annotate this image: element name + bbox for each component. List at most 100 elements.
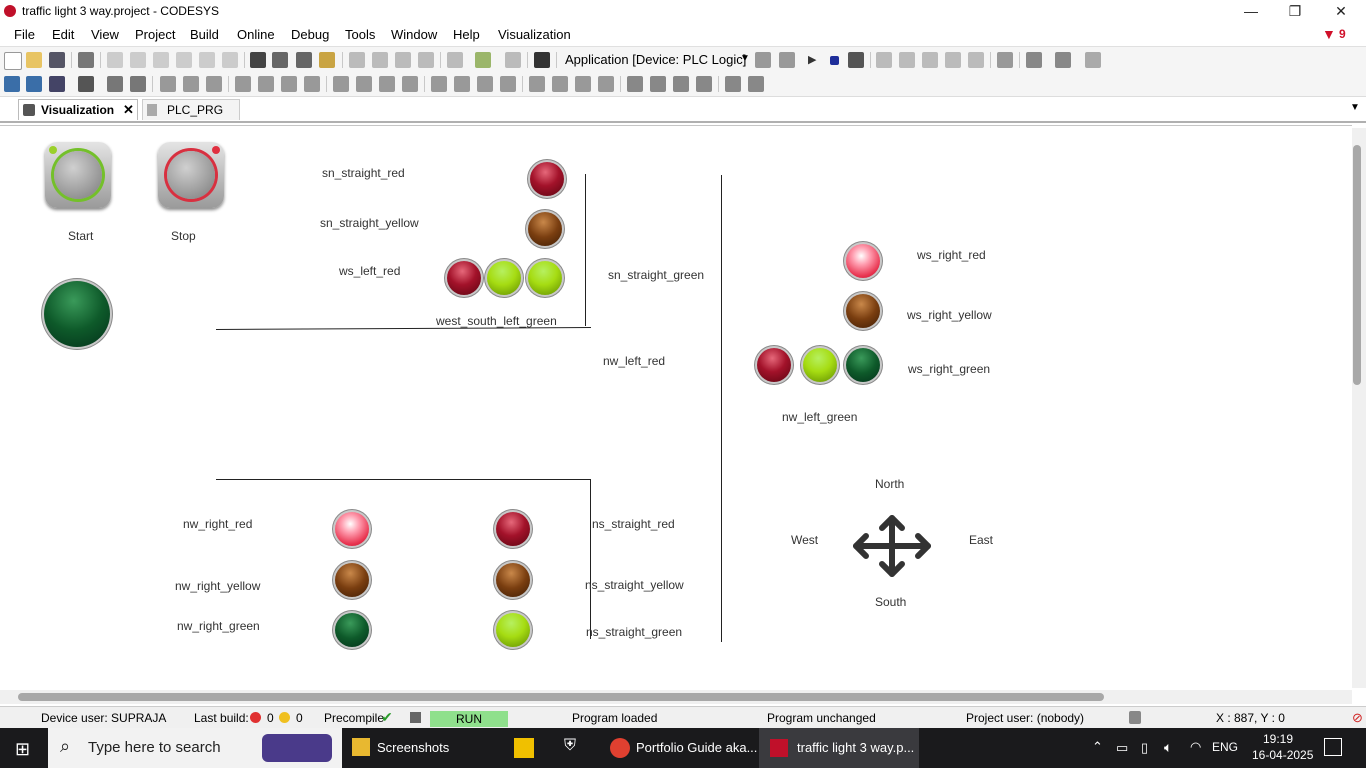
taskbar-app-codesys[interactable]: traffic light 3 way.p... bbox=[797, 728, 914, 768]
object-icon[interactable] bbox=[447, 52, 463, 68]
find-previous-icon[interactable] bbox=[296, 52, 312, 68]
space-increase-icon[interactable] bbox=[379, 76, 395, 92]
menu-project[interactable]: Project bbox=[135, 27, 175, 42]
find-icon[interactable] bbox=[250, 52, 266, 68]
error-filter-icon[interactable]: ▼ bbox=[1322, 26, 1336, 42]
menu-tools[interactable]: Tools bbox=[345, 27, 375, 42]
print-icon[interactable] bbox=[78, 52, 94, 68]
send-to-back-icon[interactable] bbox=[696, 76, 712, 92]
taskbar-app-portfolio[interactable]: Portfolio Guide aka... bbox=[636, 728, 757, 768]
snap-icon[interactable] bbox=[748, 76, 764, 92]
align-right-icon[interactable] bbox=[206, 76, 222, 92]
notifications-icon[interactable] bbox=[1324, 738, 1342, 756]
active-application[interactable]: Application [Device: PLC Logic] bbox=[565, 52, 746, 67]
menu-debug[interactable]: Debug bbox=[291, 27, 329, 42]
ungroup-icon[interactable] bbox=[130, 76, 146, 92]
make-same-height-icon[interactable] bbox=[552, 76, 568, 92]
align-center-icon[interactable] bbox=[183, 76, 199, 92]
space-decrease-icon[interactable] bbox=[402, 76, 418, 92]
step-out-icon[interactable] bbox=[922, 52, 938, 68]
clock-time[interactable]: 19:19 bbox=[1263, 732, 1293, 746]
stop-icon[interactable] bbox=[830, 56, 839, 65]
chevron-up-icon[interactable]: ⌃ bbox=[1092, 739, 1103, 755]
shield-icon[interactable] bbox=[1129, 711, 1141, 724]
make-same-width-icon[interactable] bbox=[529, 76, 545, 92]
next-statement-icon[interactable] bbox=[997, 52, 1013, 68]
wifi-icon[interactable]: ◠ bbox=[1190, 739, 1201, 755]
table-icon[interactable] bbox=[49, 76, 65, 92]
build-icon[interactable] bbox=[534, 52, 550, 68]
taskbar-app-screenshots[interactable]: Screenshots bbox=[377, 728, 449, 768]
horizontal-scroll-thumb[interactable] bbox=[18, 693, 1104, 701]
zoom-icon[interactable] bbox=[26, 76, 42, 92]
menu-visualization[interactable]: Visualization bbox=[498, 27, 571, 42]
bring-forward-icon[interactable] bbox=[650, 76, 666, 92]
battery-icon[interactable]: ▯ bbox=[1141, 740, 1148, 756]
language-indicator[interactable]: ENG bbox=[1212, 740, 1238, 754]
vspace-decrease-icon[interactable] bbox=[500, 76, 516, 92]
next-bookmark-icon[interactable] bbox=[372, 52, 388, 68]
sticky-notes-icon[interactable] bbox=[514, 738, 534, 758]
write-values-icon[interactable] bbox=[1026, 52, 1042, 68]
same-size-icon[interactable] bbox=[304, 76, 320, 92]
make-same-size-icon[interactable] bbox=[575, 76, 591, 92]
step-into-icon[interactable] bbox=[899, 52, 915, 68]
tab-list-chevron-icon[interactable]: ▼ bbox=[1350, 102, 1360, 113]
unforce-icon[interactable] bbox=[1085, 52, 1101, 68]
replace-icon[interactable] bbox=[319, 52, 335, 68]
align-bottom-icon[interactable] bbox=[281, 76, 297, 92]
breakpoint-icon[interactable] bbox=[968, 52, 984, 68]
play-icon[interactable]: ▶ bbox=[808, 53, 816, 66]
align-top-icon[interactable] bbox=[235, 76, 251, 92]
cut-icon[interactable] bbox=[153, 52, 169, 68]
align-middle-icon[interactable] bbox=[258, 76, 274, 92]
copy-icon[interactable] bbox=[176, 52, 192, 68]
logout-icon[interactable] bbox=[779, 52, 795, 68]
tab-close-icon[interactable]: ✕ bbox=[123, 100, 134, 120]
security-icon[interactable]: ⛨ bbox=[564, 737, 576, 755]
minimize-button[interactable]: — bbox=[1228, 0, 1274, 23]
close-button[interactable]: ✕ bbox=[1318, 0, 1364, 23]
space-vertical-icon[interactable] bbox=[431, 76, 447, 92]
menu-edit[interactable]: Edit bbox=[52, 27, 74, 42]
undo-icon[interactable] bbox=[107, 52, 123, 68]
start-button[interactable] bbox=[45, 142, 111, 208]
add-object-icon[interactable] bbox=[475, 52, 491, 68]
clear-bookmarks-icon[interactable] bbox=[418, 52, 434, 68]
menu-window[interactable]: Window bbox=[391, 27, 437, 42]
volume-icon[interactable]: 🔈︎ bbox=[1164, 739, 1172, 756]
group-icon[interactable] bbox=[107, 76, 123, 92]
stop-button[interactable] bbox=[158, 142, 224, 208]
align-left-icon[interactable] bbox=[160, 76, 176, 92]
select-icon[interactable] bbox=[4, 76, 20, 92]
previous-bookmark-icon[interactable] bbox=[395, 52, 411, 68]
network-icon[interactable]: ▭ bbox=[1116, 740, 1128, 756]
taskbar-search[interactable]: ⌕ Type here to search bbox=[48, 728, 342, 768]
menu-help[interactable]: Help bbox=[453, 27, 480, 42]
run-to-cursor-icon[interactable] bbox=[945, 52, 961, 68]
windows-start-icon[interactable]: ⊞ bbox=[15, 739, 30, 760]
clock-date[interactable]: 16-04-2025 bbox=[1252, 748, 1313, 762]
reset-icon[interactable] bbox=[848, 52, 864, 68]
vspace-equal-icon[interactable] bbox=[454, 76, 470, 92]
center-icon[interactable] bbox=[598, 76, 614, 92]
new-file-icon[interactable] bbox=[4, 52, 22, 70]
grid-icon[interactable] bbox=[725, 76, 741, 92]
send-backward-icon[interactable] bbox=[673, 76, 689, 92]
bookmark-icon[interactable] bbox=[349, 52, 365, 68]
paste-icon[interactable] bbox=[199, 52, 215, 68]
delete-icon[interactable] bbox=[222, 52, 238, 68]
visualization-canvas[interactable]: Start Stop sn_straight_red sn_straight_y… bbox=[0, 125, 1352, 691]
save-icon[interactable] bbox=[49, 52, 65, 68]
space-equal-icon[interactable] bbox=[356, 76, 372, 92]
redo-icon[interactable] bbox=[130, 52, 146, 68]
open-folder-icon[interactable] bbox=[26, 52, 42, 68]
login-icon[interactable] bbox=[755, 52, 771, 68]
vspace-increase-icon[interactable] bbox=[477, 76, 493, 92]
find-next-icon[interactable] bbox=[272, 52, 288, 68]
tab-plc-prg[interactable]: PLC_PRG bbox=[142, 99, 240, 120]
maximize-button[interactable]: ❐ bbox=[1272, 0, 1318, 23]
space-horizontal-icon[interactable] bbox=[333, 76, 349, 92]
force-values-icon[interactable] bbox=[1055, 52, 1071, 68]
menu-build[interactable]: Build bbox=[190, 27, 219, 42]
